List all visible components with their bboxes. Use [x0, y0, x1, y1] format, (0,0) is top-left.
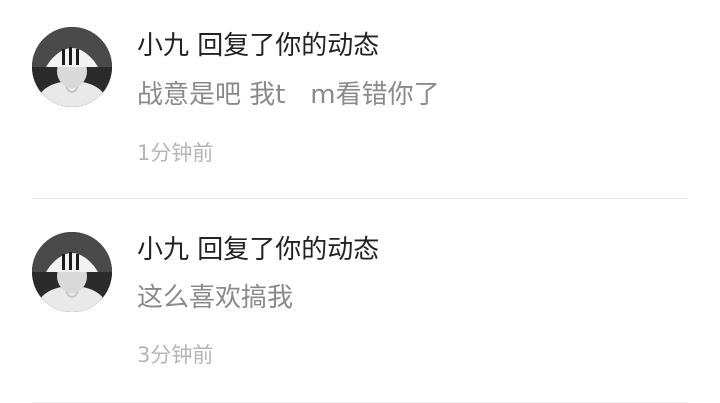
notification-time: 1分钟前 [137, 141, 214, 165]
notification-list: 小九 回复了你的动态 战意是吧 我t m看错你了 1分钟前 小九 回复了你的动态… [0, 0, 720, 403]
user-avatar-icon[interactable] [32, 27, 112, 107]
notification-title: 小九 回复了你的动态 [137, 31, 380, 61]
user-avatar-icon[interactable] [32, 232, 112, 312]
avatar-image [32, 27, 112, 107]
notification-message: 这么喜欢搞我 [137, 283, 294, 313]
notification-item[interactable]: 小九 回复了你的动态 这么喜欢搞我 3分钟前 [0, 202, 720, 402]
notification-title: 小九 回复了你的动态 [137, 235, 380, 265]
notification-time: 3分钟前 [137, 343, 214, 367]
divider [32, 198, 688, 199]
notification-message: 战意是吧 我t m看错你了 [137, 80, 440, 110]
avatar-image [32, 232, 112, 312]
notification-item[interactable]: 小九 回复了你的动态 战意是吧 我t m看错你了 1分钟前 [0, 0, 720, 200]
